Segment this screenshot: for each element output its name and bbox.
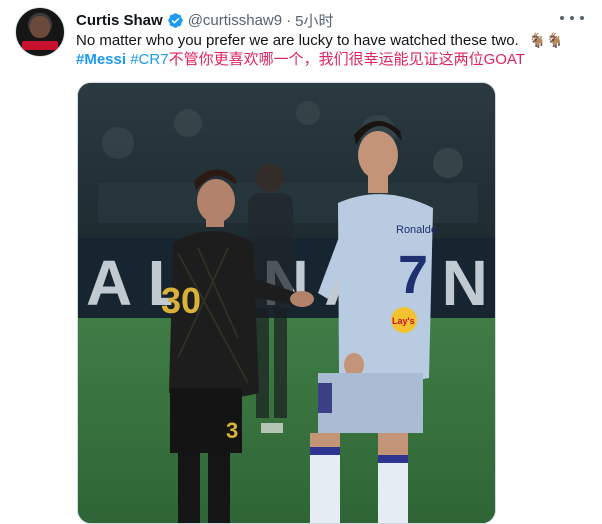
hashtag-cr7[interactable]: #CR7 <box>130 51 168 68</box>
hashtag-messi[interactable]: #Messi <box>76 51 126 68</box>
right-jersey-number: 7 <box>398 245 428 305</box>
right-jersey-name: Ronaldo <box>396 224 437 236</box>
display-name[interactable]: Curtis Shaw <box>76 12 163 29</box>
more-options-icon[interactable] <box>560 8 584 28</box>
tweet-photo[interactable]: A L A N A L N 3 30 <box>77 82 496 524</box>
tweet-text-line-2: #Messi #CR7不管你更喜欢哪一个，我们很幸运能见证这两位GOAT <box>76 50 525 70</box>
tweet-text-english: No matter who you prefer we are lucky to… <box>76 32 519 49</box>
left-back-number: 30 <box>161 280 201 321</box>
right-jersey-sponsor: Lay's <box>392 316 415 326</box>
tweet-timestamp[interactable]: 5小时 <box>295 10 333 31</box>
tweet-text-chinese: 不管你更喜欢哪一个，我们很幸运能见证这两位GOAT <box>168 51 525 68</box>
more-dot <box>580 16 584 20</box>
more-dot <box>560 16 564 20</box>
more-dot <box>570 16 574 20</box>
photo-illustration: A L A N A L N 3 30 <box>78 83 495 523</box>
author-handle[interactable]: @curtisshaw9 <box>188 12 282 29</box>
verified-badge-icon <box>167 12 184 29</box>
tweet[interactable]: Curtis Shaw @curtisshaw9 · 5小时 No matter… <box>0 0 602 524</box>
left-jersey-number: 3 <box>226 418 238 443</box>
author-avatar[interactable] <box>15 7 65 57</box>
goat-emoji: 🐐🐐 <box>528 32 564 48</box>
avatar-face <box>30 16 50 38</box>
tweet-text-line-1: No matter who you prefer we are lucky to… <box>76 30 564 51</box>
avatar-badge <box>22 41 58 50</box>
separator-dot: · <box>286 11 292 29</box>
tweet-header: Curtis Shaw @curtisshaw9 · 5小时 <box>76 10 333 30</box>
